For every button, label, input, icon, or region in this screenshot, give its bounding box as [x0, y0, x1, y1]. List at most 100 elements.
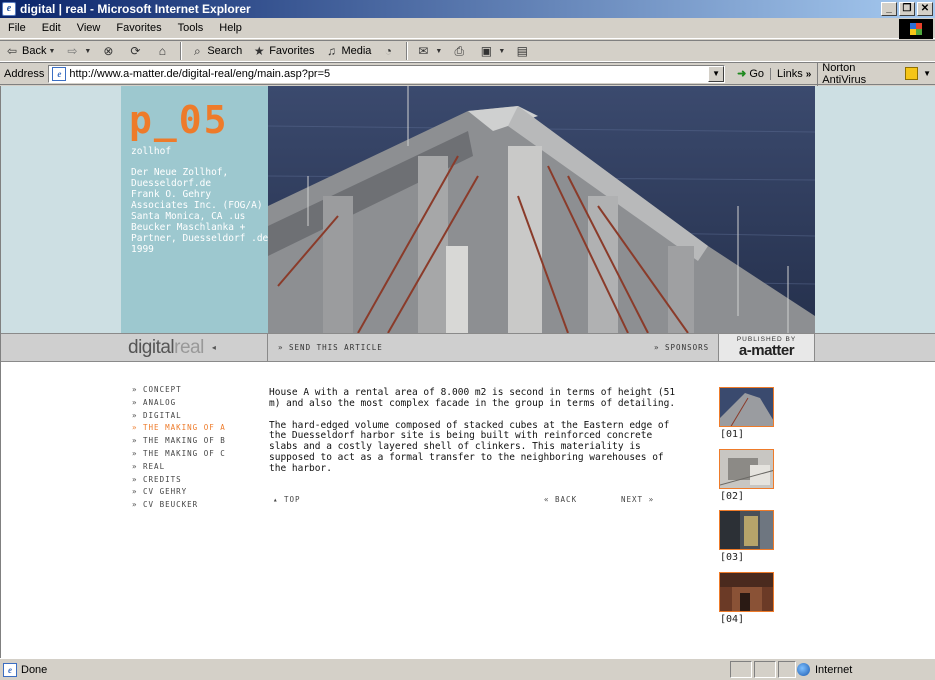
zone-label: Internet: [815, 663, 853, 676]
top-link[interactable]: ▴ TOP: [273, 495, 301, 504]
thumbnail-label[interactable]: [01]: [720, 429, 744, 440]
address-bar: Address e http://www.a-matter.de/digital…: [0, 61, 935, 86]
menu-tools[interactable]: Tools: [170, 22, 212, 34]
back-link[interactable]: « BACK: [544, 495, 577, 504]
brand-arrow-icon[interactable]: ◂: [212, 343, 216, 352]
media-icon: ♫: [326, 44, 336, 58]
mail-icon: ✉: [418, 44, 429, 58]
status-cell: [754, 661, 776, 678]
go-button[interactable]: ➜ Go: [731, 67, 770, 81]
site-brand[interactable]: digital real ◂: [121, 334, 268, 361]
search-label: Search: [207, 45, 243, 57]
go-label: Go: [749, 67, 765, 80]
thumbnail-01[interactable]: [719, 387, 774, 427]
section-nav-item[interactable]: » THE MAKING OF B: [132, 435, 226, 448]
mail-button[interactable]: ✉ ▼: [411, 41, 447, 61]
thumbnail-image: [720, 573, 773, 611]
links-chevron-icon[interactable]: »: [806, 69, 812, 80]
section-nav-item[interactable]: » ANALOG: [132, 397, 226, 410]
address-url[interactable]: http://www.a-matter.de/digital-real/eng/…: [69, 68, 330, 80]
menu-help[interactable]: Help: [211, 22, 250, 34]
print-button[interactable]: ⎙: [447, 41, 474, 61]
section-nav-item[interactable]: » DIGITAL: [132, 410, 226, 423]
window-title: digital | real - Microsoft Internet Expl…: [20, 2, 251, 16]
brand-real: real: [174, 336, 204, 358]
discuss-button[interactable]: ▤: [510, 41, 537, 61]
address-label: Address: [4, 67, 45, 80]
forward-dropdown-icon[interactable]: ▼: [84, 48, 91, 55]
section-nav-item[interactable]: » CREDITS: [132, 474, 226, 487]
section-nav-item[interactable]: » CV BEUCKER: [132, 499, 226, 512]
back-dropdown-icon[interactable]: ▼: [48, 48, 55, 55]
restore-button[interactable]: ❐: [899, 2, 915, 16]
edit-dropdown-icon[interactable]: ▼: [498, 48, 505, 55]
window-controls: _ ❐ ✕: [881, 2, 933, 16]
norton-label: Norton AntiVirus: [822, 61, 867, 86]
menu-edit[interactable]: Edit: [34, 22, 69, 34]
home-button[interactable]: ⌂: [150, 41, 177, 61]
project-info-line: Associates Inc. (FOG/A): [131, 200, 263, 211]
stop-icon: ⊗: [103, 44, 114, 58]
section-nav-item[interactable]: » CONCEPT: [132, 384, 226, 397]
favorites-button[interactable]: ★ Favorites: [247, 41, 319, 61]
thumbnail-label[interactable]: [04]: [720, 614, 744, 625]
menu-bar: File Edit View Favorites Tools Help: [0, 18, 935, 39]
history-button[interactable]: ◔: [376, 41, 403, 61]
edit-button[interactable]: ▣ ▼: [474, 41, 510, 61]
thumbnail-label[interactable]: [03]: [720, 552, 744, 563]
page-viewport: p_05 zollhof Der Neue Zollhof, Duesseldo…: [0, 86, 935, 658]
mail-dropdown-icon[interactable]: ▼: [435, 48, 442, 55]
section-nav-item-active[interactable]: » THE MAKING OF A: [132, 422, 226, 435]
menu-file[interactable]: File: [0, 22, 34, 34]
project-logo: p_05: [129, 98, 229, 142]
thumbnail-03[interactable]: [719, 510, 774, 550]
forward-button[interactable]: ⇨ ▼: [60, 41, 96, 61]
norton-antivirus-button[interactable]: Norton AntiVirus ▼: [817, 61, 935, 86]
section-nav-item[interactable]: » THE MAKING OF C: [132, 448, 226, 461]
project-info-line: Beucker Maschlanka +: [131, 222, 246, 233]
page-done-icon: e: [3, 662, 17, 677]
project-info-line: Santa Monica, CA .us: [131, 211, 246, 222]
project-info-line: Frank O. Gehry: [131, 189, 212, 200]
media-button[interactable]: ♫ Media: [319, 41, 376, 61]
stop-button[interactable]: ⊗: [96, 41, 123, 61]
thumbnail-02[interactable]: [719, 449, 774, 489]
favorites-icon: ★: [253, 44, 265, 58]
windows-logo-icon: [899, 19, 933, 39]
section-nav-item[interactable]: » CV GEHRY: [132, 486, 226, 499]
send-article-link[interactable]: » SEND THIS ARTICLE: [278, 343, 383, 352]
back-button[interactable]: ⇦ Back ▼: [0, 41, 60, 61]
search-icon: ⌕: [193, 44, 201, 58]
minimize-button[interactable]: _: [881, 2, 897, 16]
back-label: Back: [22, 45, 47, 57]
norton-dropdown-icon[interactable]: ▼: [923, 69, 931, 78]
menu-favorites[interactable]: Favorites: [108, 22, 169, 34]
menu-view[interactable]: View: [69, 22, 109, 34]
home-icon: ⌂: [158, 44, 166, 58]
header-photo: [268, 86, 815, 333]
sponsors-link[interactable]: » SPONSORS: [654, 343, 709, 352]
thumbnail-image: [720, 458, 773, 486]
next-link[interactable]: NEXT »: [621, 495, 654, 504]
article-paragraph: The hard-edged volume composed of stacke…: [269, 419, 670, 474]
publisher-logo[interactable]: PUBLISHED BY a-matter: [718, 334, 815, 361]
security-zone: Internet: [797, 661, 852, 678]
project-info-line: Duesseldorf.de: [131, 178, 212, 189]
ie-icon: e: [2, 2, 16, 16]
address-dropdown-icon[interactable]: ▼: [708, 65, 725, 82]
status-cell: [778, 661, 796, 678]
publisher-name: a-matter: [738, 342, 795, 359]
print-icon: ⎙: [454, 44, 465, 58]
refresh-button[interactable]: ⟳: [123, 41, 150, 61]
section-nav-item[interactable]: » REAL: [132, 461, 226, 474]
links-button[interactable]: Links»: [770, 67, 817, 80]
close-button[interactable]: ✕: [917, 2, 933, 16]
address-input[interactable]: e http://www.a-matter.de/digital-real/en…: [48, 64, 726, 83]
search-button[interactable]: ⌕ Search: [185, 41, 247, 61]
discuss-icon: ▤: [516, 44, 528, 58]
thumbnail-04[interactable]: [719, 572, 774, 612]
internet-globe-icon: [797, 663, 810, 676]
title-bar[interactable]: e digital | real - Microsoft Internet Ex…: [0, 0, 935, 18]
thumbnail-label[interactable]: [02]: [720, 491, 744, 502]
toolbar-separator: [406, 42, 409, 60]
